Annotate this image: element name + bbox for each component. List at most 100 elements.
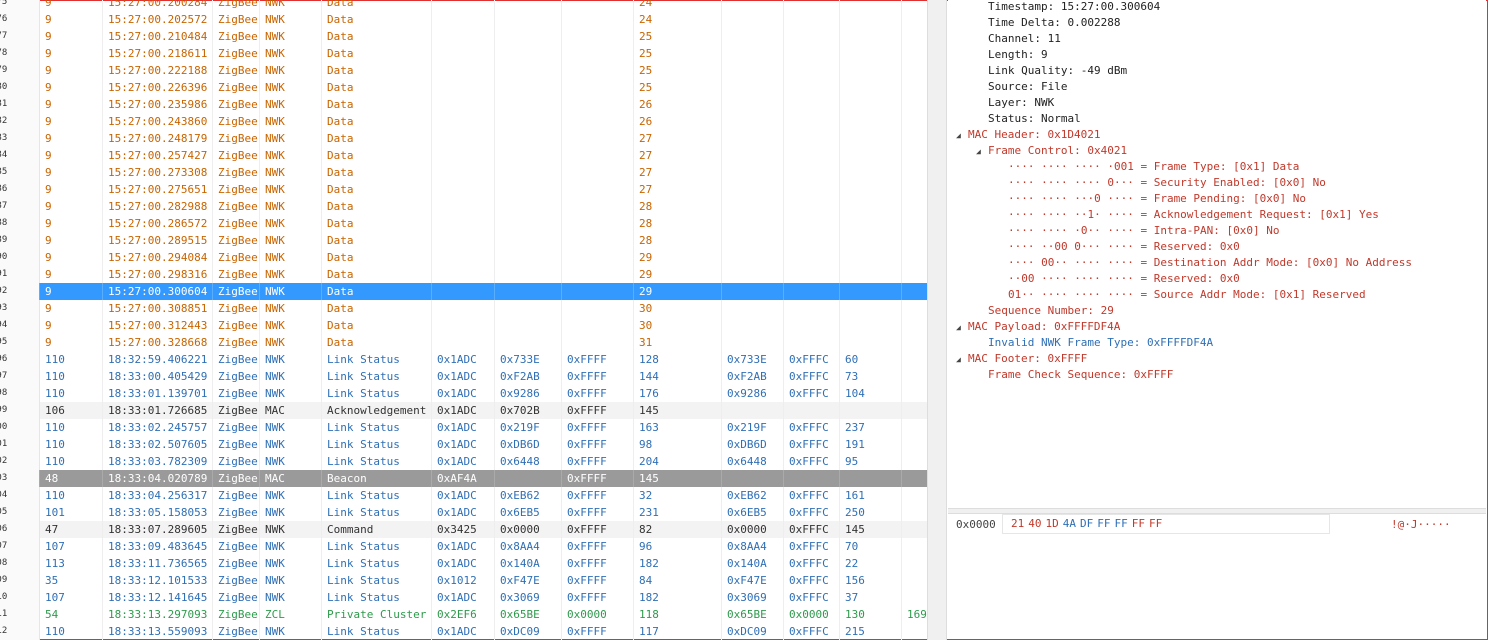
- packet-row[interactable]: 6034818:33:04.020789ZigBeeMACBeacon0xAF4…: [0, 470, 927, 487]
- packet-row[interactable]: 588915:27:00.286572ZigBeeNWKData 28: [0, 215, 927, 232]
- packet-row[interactable]: 60510118:33:05.158053ZigBeeNWKLink Statu…: [0, 504, 927, 521]
- packet-cell-c8: 0xFFFF: [562, 419, 634, 436]
- packet-row[interactable]: 60011018:33:02.245757ZigBeeNWKLink Statu…: [0, 419, 927, 436]
- packet-row[interactable]: 59711018:33:00.405429ZigBeeNWKLink Statu…: [0, 368, 927, 385]
- packet-cell-c11: 0xFFFC: [784, 521, 840, 538]
- packet-row[interactable]: 590915:27:00.294084ZigBeeNWKData 29: [0, 249, 927, 266]
- packet-row[interactable]: 579915:27:00.222188ZigBeeNWKData 25: [0, 62, 927, 79]
- packet-cell-c12: [840, 79, 902, 96]
- packet-cell-layer: NWK: [260, 96, 322, 113]
- packet-detail-panel[interactable]: Timestamp: 15:27:00.300604 Time Delta: 0…: [948, 0, 1486, 508]
- frame-control-bit-line: ··00 ···· ···· ···· = Reserved: 0x0: [1008, 272, 1240, 285]
- packet-row[interactable]: 591915:27:00.298316ZigBeeNWKData 29: [0, 266, 927, 283]
- packet-row[interactable]: 584915:27:00.257427ZigBeeNWKData 27: [0, 147, 927, 164]
- packet-cell-c13: [902, 164, 927, 181]
- packet-cell-c8: [562, 62, 634, 79]
- packet-cell-c13: [902, 521, 927, 538]
- packet-list[interactable]: 575915:27:00.200284ZigBeeNWKData24576915…: [0, 0, 927, 640]
- packet-row[interactable]: 6093518:33:12.101533ZigBeeNWKLink Status…: [0, 572, 927, 589]
- hex-byte[interactable]: 21: [1011, 517, 1024, 530]
- hex-byte[interactable]: FF: [1097, 517, 1110, 530]
- packet-row[interactable]: 586915:27:00.275651ZigBeeNWKData 27: [0, 181, 927, 198]
- vertical-splitter[interactable]: [927, 0, 947, 640]
- packet-row[interactable]: 59811018:33:01.139701ZigBeeNWKLink Statu…: [0, 385, 927, 402]
- collapse-triangle-icon[interactable]: ◢: [956, 323, 961, 332]
- packet-cell-layer: NWK: [260, 521, 322, 538]
- packet-row[interactable]: 60411018:33:04.256317ZigBeeNWKLink Statu…: [0, 487, 927, 504]
- collapse-triangle-icon[interactable]: ◢: [976, 147, 981, 156]
- packet-row[interactable]: 593915:27:00.308851ZigBeeNWKData 30: [0, 300, 927, 317]
- packet-cell-c11: [784, 181, 840, 198]
- packet-cell-c9: 182: [634, 555, 722, 572]
- packet-row[interactable]: 583915:27:00.248179ZigBeeNWKData 27: [0, 130, 927, 147]
- hex-bytes-box[interactable]: 21 40 1D 4A DF FF FF FF FF: [1002, 514, 1330, 534]
- packet-row[interactable]: 60111018:33:02.507605ZigBeeNWKLink Statu…: [0, 436, 927, 453]
- collapse-triangle-icon[interactable]: ◢: [956, 355, 961, 364]
- packet-row[interactable]: 6115418:33:13.297093ZigBeeZCLPrivate Clu…: [0, 606, 927, 623]
- packet-cell-c8: [562, 113, 634, 130]
- packet-cell-proto: ZigBee: [213, 181, 260, 198]
- packet-cell-layer: MAC: [260, 402, 322, 419]
- packet-cell-c12: [840, 130, 902, 147]
- frame-control-bit-line: ···· ···· ···· 0··· = Security Enabled: …: [1008, 176, 1326, 189]
- packet-row[interactable]: 589915:27:00.289515ZigBeeNWKData 28: [0, 232, 927, 249]
- packet-row[interactable]: 60710718:33:09.483645ZigBeeNWKLink Statu…: [0, 538, 927, 555]
- packet-row[interactable]: 592915:27:00.300604ZigBeeNWKData 29: [0, 283, 927, 300]
- row-number: 583: [0, 130, 40, 147]
- packet-cell-c10: 0x3069: [722, 589, 784, 606]
- packet-row[interactable]: 594915:27:00.312443ZigBeeNWKData 30: [0, 317, 927, 334]
- packet-row[interactable]: 575915:27:00.200284ZigBeeNWKData 24: [0, 0, 927, 11]
- packet-row[interactable]: 576915:27:00.202572ZigBeeNWKData 24: [0, 11, 927, 28]
- packet-row[interactable]: 582915:27:00.243860ZigBeeNWKData 26: [0, 113, 927, 130]
- packet-cell-c12: [840, 147, 902, 164]
- packet-cell-type: Data: [322, 28, 432, 45]
- packet-cell-c6: [432, 28, 495, 45]
- packet-cell-layer: NWK: [260, 436, 322, 453]
- packet-row[interactable]: 60211018:33:03.782309ZigBeeNWKLink Statu…: [0, 453, 927, 470]
- detail-frame-control[interactable]: Frame Control: 0x4021: [988, 143, 1127, 159]
- packet-row[interactable]: 585915:27:00.273308ZigBeeNWKData 27: [0, 164, 927, 181]
- hex-byte[interactable]: FF: [1132, 517, 1145, 530]
- packet-row[interactable]: 580915:27:00.226396ZigBeeNWKData 25: [0, 79, 927, 96]
- detail-mac-header[interactable]: MAC Header: 0x1D4021: [968, 127, 1100, 143]
- row-number: 602: [0, 453, 40, 470]
- hex-byte[interactable]: 4A: [1063, 517, 1076, 530]
- packet-cell-c6: [432, 0, 495, 11]
- hex-byte[interactable]: 40: [1028, 517, 1041, 530]
- packet-cell-time: 15:27:00.312443: [103, 317, 213, 334]
- packet-row[interactable]: 595915:27:00.328668ZigBeeNWKData 31: [0, 334, 927, 351]
- packet-row[interactable]: 59611018:32:59.406221ZigBeeNWKLink Statu…: [0, 351, 927, 368]
- packet-cell-c13: [902, 232, 927, 249]
- packet-cell-c13: [902, 317, 927, 334]
- hex-byte[interactable]: FF: [1149, 517, 1162, 530]
- packet-cell-type: Link Status: [322, 453, 432, 470]
- packet-row[interactable]: 6064718:33:07.289605ZigBeeNWKCommand0x34…: [0, 521, 927, 538]
- collapse-triangle-icon[interactable]: ◢: [956, 131, 961, 140]
- hex-byte[interactable]: FF: [1115, 517, 1128, 530]
- hex-byte[interactable]: DF: [1080, 517, 1093, 530]
- packet-row[interactable]: 60811318:33:11.736565ZigBeeNWKLink Statu…: [0, 555, 927, 572]
- row-number: 593: [0, 300, 40, 317]
- packet-cell-c9: 163: [634, 419, 722, 436]
- detail-mac-footer[interactable]: MAC Footer: 0xFFFF: [968, 351, 1087, 367]
- packet-cell-layer: ZCL: [260, 606, 322, 623]
- packet-cell-c11: [784, 113, 840, 130]
- packet-row[interactable]: 59910618:33:01.726685ZigBeeMACAcknowledg…: [0, 402, 927, 419]
- packet-row[interactable]: 61211018:33:13.559093ZigBeeNWKLink Statu…: [0, 623, 927, 640]
- packet-row[interactable]: 581915:27:00.235986ZigBeeNWKData 26: [0, 96, 927, 113]
- hex-view-panel[interactable]: 0x0000 21 40 1D 4A DF FF FF FF FF !@·J·····: [948, 514, 1486, 638]
- packet-row[interactable]: 587915:27:00.282988ZigBeeNWKData 28: [0, 198, 927, 215]
- packet-cell-c11: [784, 11, 840, 28]
- packet-cell-c8: [562, 96, 634, 113]
- row-number: 603: [0, 470, 40, 487]
- packet-row[interactable]: 577915:27:00.210484ZigBeeNWKData 25: [0, 28, 927, 45]
- packet-cell-proto: ZigBee: [213, 28, 260, 45]
- packet-cell-proto: ZigBee: [213, 504, 260, 521]
- packet-row[interactable]: 578915:27:00.218611ZigBeeNWKData 25: [0, 45, 927, 62]
- hex-byte[interactable]: 1D: [1046, 517, 1059, 530]
- packet-cell-c9: 26: [634, 113, 722, 130]
- packet-row[interactable]: 61010718:33:12.141645ZigBeeNWKLink Statu…: [0, 589, 927, 606]
- packet-cell-c9: 176: [634, 385, 722, 402]
- detail-mac-payload[interactable]: MAC Payload: 0xFFFFDF4A: [968, 319, 1120, 335]
- packet-cell-c12: 130: [840, 606, 902, 623]
